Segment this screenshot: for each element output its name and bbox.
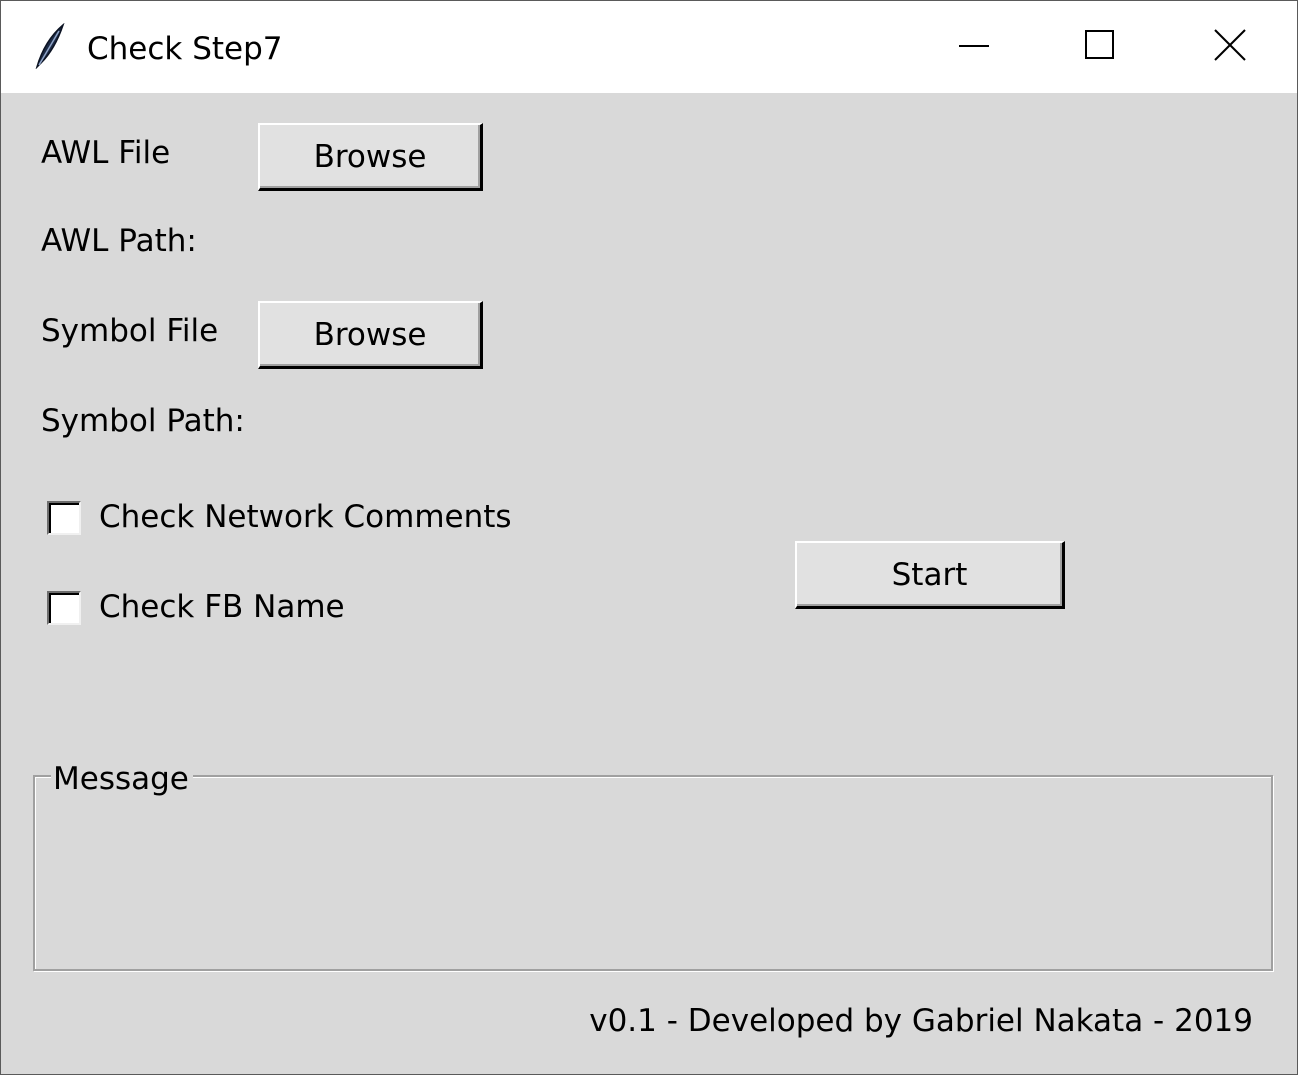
minimize-icon	[958, 29, 990, 65]
check-network-comments-label[interactable]: Check Network Comments	[99, 497, 512, 537]
check-network-comments-checkbox[interactable]	[47, 501, 81, 535]
symbol-file-label: Symbol File	[41, 313, 219, 349]
app-window: Check Step7 AWL File Browse AWL Path: Sy…	[0, 0, 1298, 1075]
message-legend: Message	[51, 759, 193, 799]
awl-browse-button[interactable]: Browse	[258, 123, 483, 191]
feather-icon	[31, 22, 67, 70]
maximize-button[interactable]	[1037, 1, 1163, 93]
close-icon	[1213, 28, 1247, 66]
start-button[interactable]: Start	[795, 541, 1065, 609]
maximize-icon	[1084, 29, 1116, 65]
awl-file-label: AWL File	[41, 135, 171, 171]
close-button[interactable]	[1167, 1, 1293, 93]
awl-path-label: AWL Path:	[41, 223, 197, 259]
message-frame	[33, 775, 1273, 971]
minimize-button[interactable]	[911, 1, 1037, 93]
check-fb-name-checkbox[interactable]	[47, 591, 81, 625]
window-title: Check Step7	[87, 31, 283, 67]
symbol-path-label: Symbol Path:	[41, 403, 245, 439]
version-footer: v0.1 - Developed by Gabriel Nakata - 201…	[589, 1003, 1253, 1039]
symbol-browse-button[interactable]: Browse	[258, 301, 483, 369]
title-bar[interactable]: Check Step7	[1, 1, 1297, 93]
check-fb-name-label[interactable]: Check FB Name	[99, 587, 345, 627]
